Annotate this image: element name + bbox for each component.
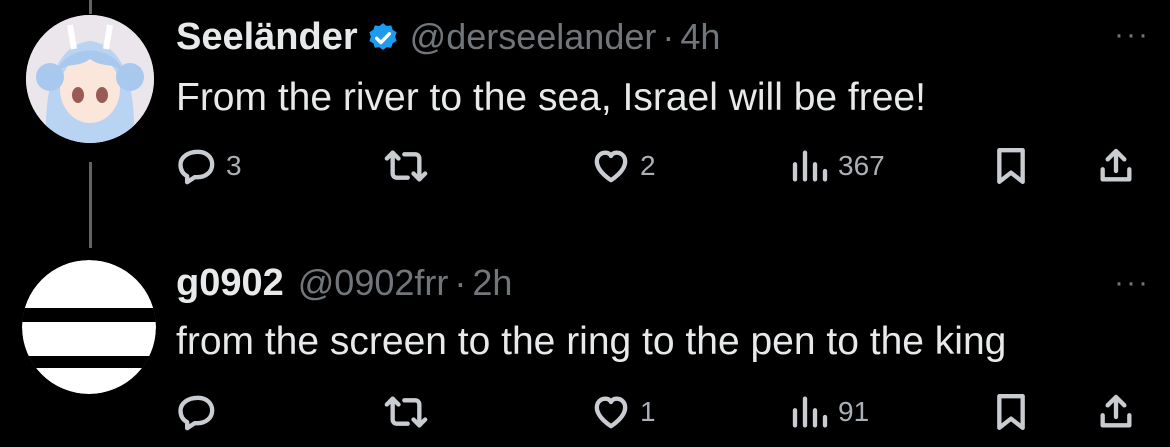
anime-avatar-image	[26, 15, 154, 143]
handle[interactable]: @0902frr	[298, 262, 449, 304]
like-icon	[594, 150, 628, 183]
tweet-header: Seeländer @derseelander · 4h	[176, 15, 720, 59]
views-button[interactable]: 367	[790, 146, 885, 186]
reply-button[interactable]: 3	[178, 146, 242, 186]
retweet-button[interactable]	[384, 392, 436, 432]
bookmark-button[interactable]	[993, 146, 1029, 186]
avatar[interactable]	[26, 15, 154, 143]
views-icon	[792, 396, 828, 428]
share-icon	[1100, 148, 1132, 182]
tweet-text: from the screen to the ring to the pen t…	[176, 320, 1007, 363]
retweet-icon	[384, 150, 428, 182]
display-name[interactable]: Seeländer	[176, 16, 358, 59]
reply-button[interactable]	[178, 392, 226, 432]
reply-icon	[178, 395, 215, 431]
reply-icon	[178, 149, 215, 185]
more-icon[interactable]: ···	[1114, 266, 1150, 300]
verified-badge-icon	[366, 21, 400, 60]
like-button[interactable]: 2	[590, 146, 656, 186]
bookmark-icon	[997, 148, 1025, 184]
timestamp[interactable]: 4h	[680, 16, 720, 58]
retweet-button[interactable]	[384, 146, 436, 186]
share-button[interactable]	[1096, 392, 1136, 432]
display-name[interactable]: g0902	[176, 262, 284, 305]
like-count: 2	[640, 150, 656, 181]
views-count: 91	[838, 396, 870, 427]
tweet-text: From the river to the sea, Israel will b…	[176, 76, 926, 119]
separator: ·	[662, 16, 675, 57]
share-icon	[1100, 394, 1132, 428]
timestamp[interactable]: 2h	[472, 262, 512, 304]
handle[interactable]: @derseelander	[410, 16, 657, 58]
views-button[interactable]: 91	[790, 392, 869, 432]
action-bar: 3 2 367	[0, 146, 1170, 190]
more-icon[interactable]: ···	[1114, 18, 1150, 52]
like-button[interactable]: 1	[590, 392, 656, 432]
tweet-2[interactable]: g0902 @0902frr · 2h ··· from the screen …	[0, 250, 1170, 447]
action-bar: 1 91	[0, 392, 1170, 436]
like-icon	[594, 396, 628, 429]
retweet-icon	[384, 396, 428, 428]
white-avatar-image	[22, 260, 156, 394]
views-count: 367	[838, 150, 885, 181]
like-count: 1	[640, 396, 656, 427]
bookmark-button[interactable]	[993, 392, 1029, 432]
share-button[interactable]	[1096, 146, 1136, 186]
avatar[interactable]	[22, 260, 156, 394]
views-icon	[792, 150, 828, 182]
separator: ·	[454, 262, 467, 303]
reply-count: 3	[226, 150, 242, 181]
bookmark-icon	[997, 394, 1025, 430]
tweet-1[interactable]: Seeländer @derseelander · 4h ··· From th…	[0, 0, 1170, 220]
tweet-header: g0902 @0902frr · 2h	[176, 262, 512, 305]
